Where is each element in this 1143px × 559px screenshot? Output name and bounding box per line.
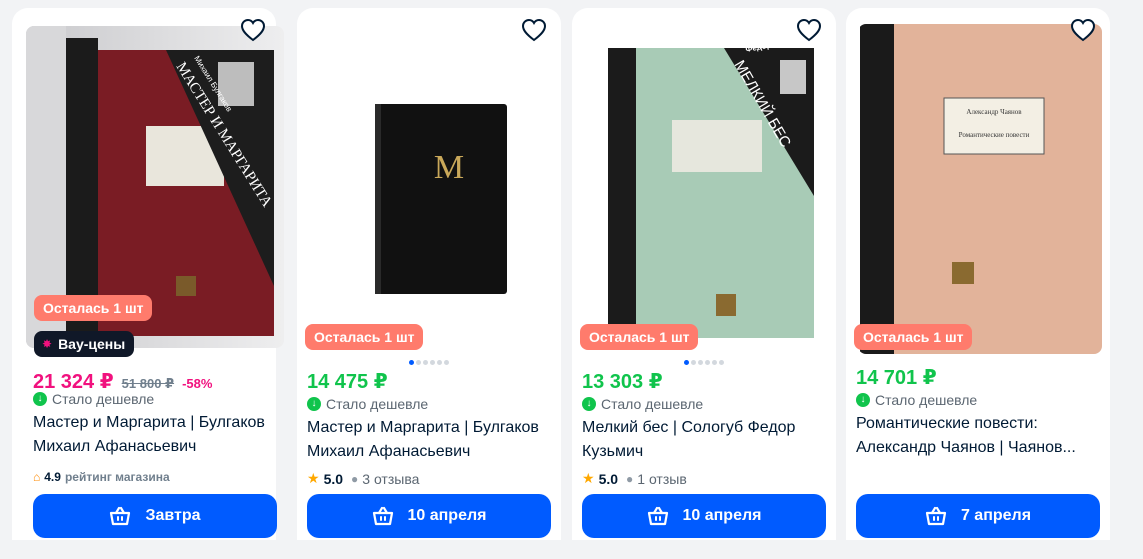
product-title[interactable]: Мастер и Маргарита | Булгаков Михаил Афа… [307,416,553,464]
add-to-cart-button[interactable]: 7 апреля [856,494,1100,538]
price-block: 13 303 ₽ [582,369,663,394]
comment-icon: ● [626,471,634,486]
reviews-count[interactable]: 3 отзыва [362,471,419,487]
product-image[interactable]: Александр Чаянов Романтические повести [858,24,1102,354]
product-card[interactable]: МЕЛКИЙ БЕС Фёдор СОЛОГУБ Осталась 1 шт 1… [572,8,836,559]
delivery-date: 7 апреля [960,507,1032,524]
heart-icon[interactable] [796,18,822,42]
reviews-count[interactable]: 1 отзыв [637,471,687,487]
rating-value: 5.0 [598,470,619,487]
add-to-cart-button[interactable]: 10 апреля [582,494,826,538]
rating-value: 5.0 [323,470,344,487]
price-drop-label: Стало дешевле [52,391,155,407]
book-cover-image: МЕЛКИЙ БЕС Фёдор СОЛОГУБ [608,33,814,338]
product-title[interactable]: Мелкий бес | Сологуб Федор Кузьмич [582,416,828,464]
delivery-date: 10 апреля [407,507,487,524]
heart-icon[interactable] [1070,18,1096,42]
price-drop-note: ↓ Стало дешевле [307,396,428,412]
cover-author-small: Александр Чаянов [966,108,1022,116]
product-grid: МАСТЕР И МАРГАРИТА Михаил Булгаков Остал… [0,0,1143,559]
stock-badge: Осталась 1 шт [580,324,699,350]
cart-icon [925,506,947,526]
product-rating: ★ 5.0 ● 3 отзыва [307,470,419,487]
rating-label: рейтинг магазина [64,470,170,484]
product-title[interactable]: Мастер и Маргарита | Булгаков Михаил Афа… [33,411,279,459]
wow-price-badge: ✸ Вау-цены [34,331,135,357]
product-card[interactable]: М Осталась 1 шт 14 475 ₽ ↓ Стало дешевле… [297,8,561,559]
shop-icon: ⌂ [33,470,41,484]
stock-badge: Осталась 1 шт [34,295,153,321]
discount: -58% [182,376,213,391]
arrow-down-icon: ↓ [856,393,870,407]
heart-icon[interactable] [521,18,547,42]
current-price: 14 475 ₽ [307,371,388,393]
arrow-down-icon: ↓ [307,397,321,411]
add-to-cart-button[interactable]: Завтра [33,494,277,538]
rating-value: 4.9 [44,470,61,484]
price-drop-label: Стало дешевле [326,396,429,412]
star-icon: ★ [307,470,320,486]
product-image[interactable]: МЕЛКИЙ БЕС Фёдор СОЛОГУБ [584,24,828,354]
cart-icon [110,506,131,526]
comment-icon: ● [351,471,359,486]
shop-rating: ⌂ 4.9 рейтинг магазина [33,470,170,484]
arrow-down-icon: ↓ [33,392,47,406]
price-block: 14 701 ₽ [856,365,937,390]
product-image[interactable]: М [309,24,553,354]
price-drop-note: ↓ Стало дешевле [582,396,703,412]
delivery-date: 10 апреля [682,507,762,524]
product-title[interactable]: Романтические повести: Александр Чаянов … [856,412,1102,460]
heart-icon[interactable] [240,18,266,42]
cover-title-text: Романтические повести [959,131,1030,139]
price-drop-note: ↓ Стало дешевле [856,392,977,408]
product-rating: ★ 5.0 ● 1 отзыв [582,470,687,487]
star-icon: ★ [582,470,595,486]
price-drop-label: Стало дешевле [601,396,704,412]
image-pager[interactable] [297,360,561,365]
arrow-down-icon: ↓ [582,397,596,411]
cart-icon [372,506,393,526]
page-bottom-gap [0,540,1143,559]
add-to-cart-button[interactable]: 10 апреля [307,494,551,538]
book-cover-image: Александр Чаянов Романтические повести [860,24,1102,354]
wow-badge-label: Вау-цены [58,336,126,352]
price-block: 14 475 ₽ [307,369,388,394]
image-pager[interactable] [572,360,836,365]
delivery-date: Завтра [145,507,201,524]
spark-icon: ✸ [42,337,53,351]
cart-icon [647,506,668,526]
stock-badge: Осталась 1 шт [305,324,424,350]
price-drop-note: ↓ Стало дешевле [33,391,154,407]
current-price: 14 701 ₽ [856,367,937,389]
book-cover-image: М [375,104,507,294]
price-drop-label: Стало дешевле [875,392,978,408]
old-price: 51 800 ₽ [121,376,175,391]
product-card[interactable]: МАСТЕР И МАРГАРИТА Михаил Булгаков Остал… [12,8,284,559]
cover-letter: М [434,149,464,186]
stock-badge: Осталась 1 шт [854,324,973,350]
current-price: 13 303 ₽ [582,371,663,393]
product-card[interactable]: Александр Чаянов Романтические повести О… [846,8,1110,559]
